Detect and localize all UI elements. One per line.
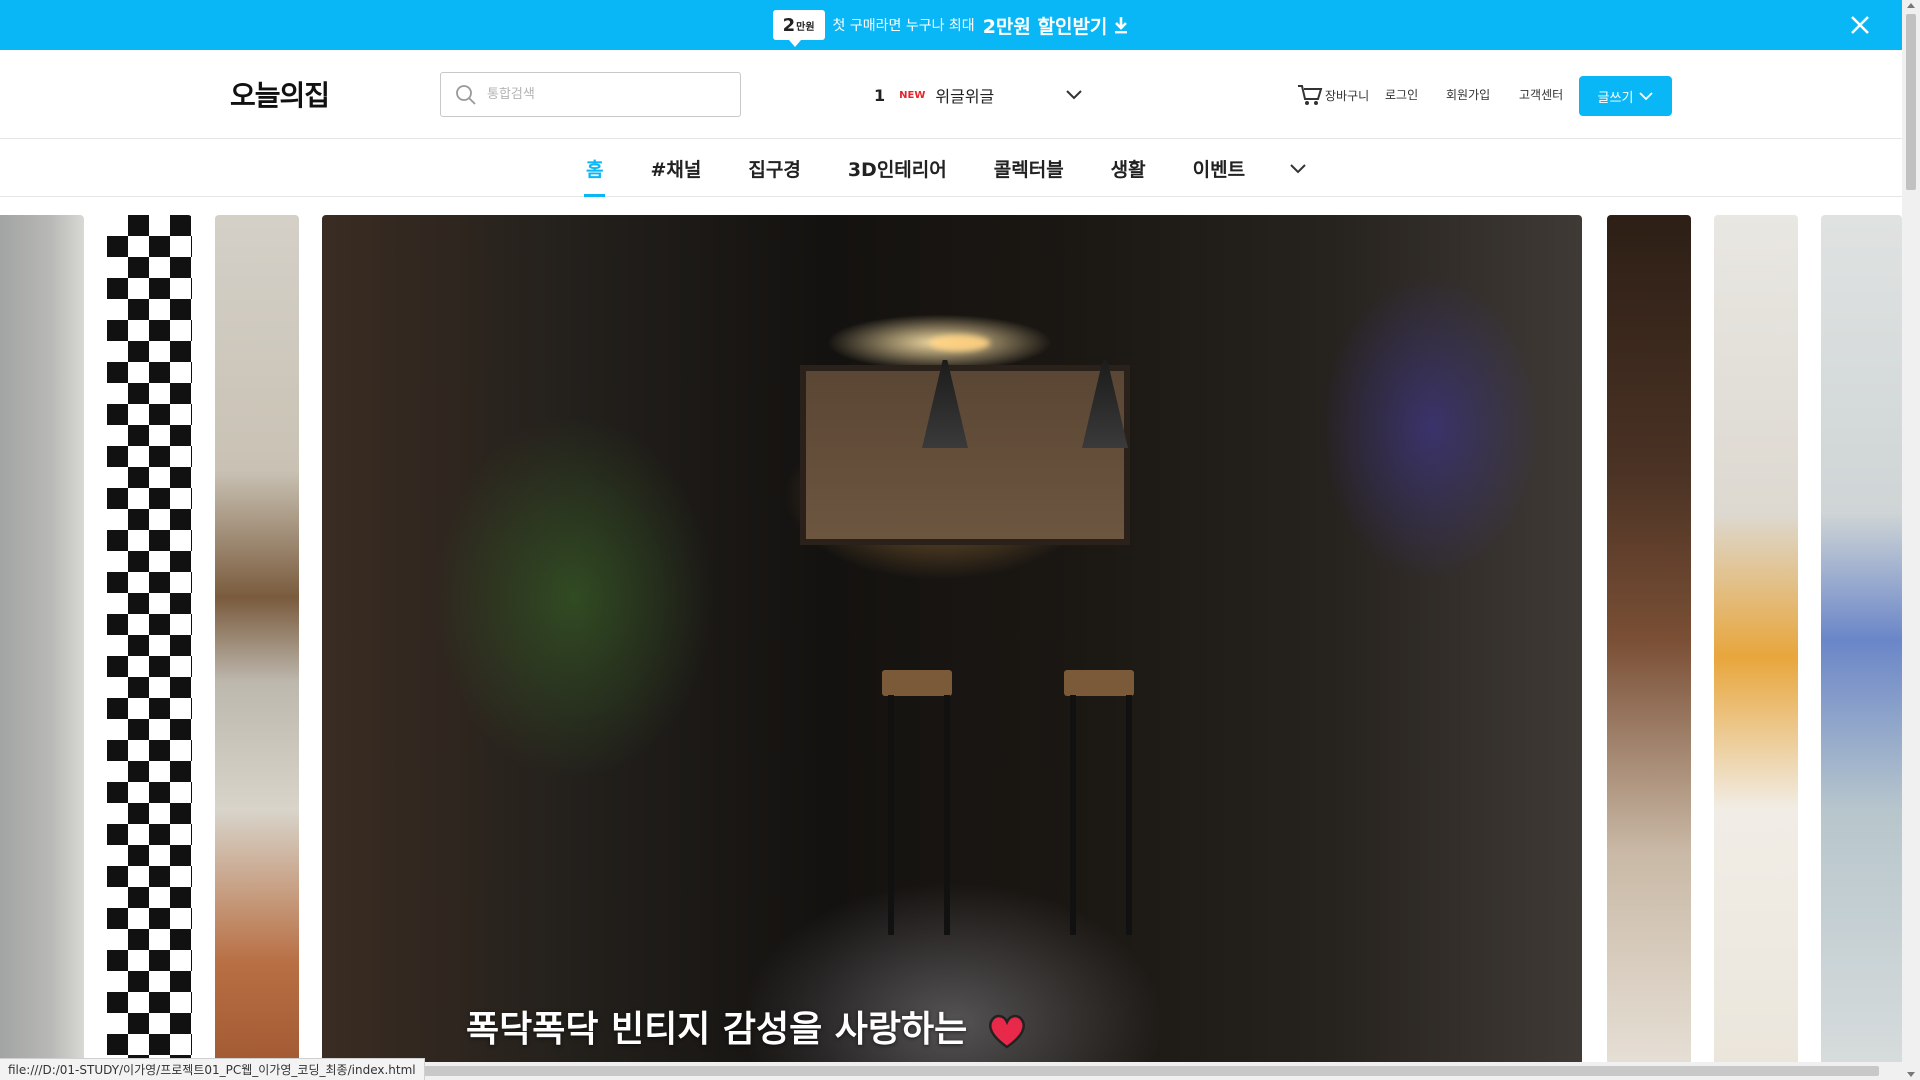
support-link[interactable]: 고객센터 xyxy=(1519,86,1563,103)
tab-house-tour[interactable]: 집구경 xyxy=(748,140,800,197)
category-nav: 홈 #채널 집구경 3D인테리어 콜렉터블 생활 이벤트 xyxy=(0,140,1902,197)
promo-badge-amount: 2 xyxy=(782,14,796,36)
site-logo[interactable]: 오늘의집 xyxy=(230,74,330,114)
heart-icon xyxy=(986,1012,1028,1050)
trending-keyword[interactable]: 1 NEW 위글위글 xyxy=(874,80,1084,110)
cart-label: 장바구니 xyxy=(1325,88,1370,103)
promo-text: 첫 구매라면 누구나 최대 xyxy=(832,18,975,34)
chevron-down-icon[interactable] xyxy=(1064,85,1084,105)
scrollbar-thumb[interactable] xyxy=(1906,14,1916,190)
new-badge: NEW xyxy=(899,89,926,101)
search-input[interactable] xyxy=(487,87,727,102)
slide-image[interactable] xyxy=(1821,215,1902,1065)
promo-banner[interactable]: 2 만원 첫 구매라면 누구나 최대 2만원 할인받기 xyxy=(0,0,1902,50)
vertical-scrollbar[interactable] xyxy=(1902,0,1920,1080)
horizontal-scrollbar[interactable] xyxy=(413,1062,1902,1080)
search-box[interactable] xyxy=(440,72,741,117)
slide-caption[interactable]: 폭닥폭닥 빈티지 감성을 사랑하는 xyxy=(466,1000,1028,1052)
promo-highlight[interactable]: 2만원 할인받기 xyxy=(983,12,1108,39)
scrollbar-thumb[interactable] xyxy=(419,1066,1879,1076)
write-button-label: 글쓰기 xyxy=(1597,90,1634,106)
chevron-down-icon xyxy=(1639,92,1654,101)
close-icon[interactable] xyxy=(1846,11,1874,39)
scroll-up-icon[interactable] xyxy=(1907,3,1915,8)
site-header: 오늘의집 1 NEW 위글위글 장바구니 로그인 회원가입 고객센터 글쓰기 xyxy=(0,50,1902,139)
slide-caption-text: 폭닥폭닥 빈티지 감성을 사랑하는 xyxy=(466,1009,968,1050)
stool-seat xyxy=(882,670,952,696)
stool-leg xyxy=(1070,695,1076,935)
slide-image[interactable] xyxy=(1714,215,1798,1065)
stool-leg xyxy=(888,695,894,935)
promo-badge-unit: 만원 xyxy=(796,21,815,33)
status-bar-url: file:///D:/01-STUDY/이가영/프로젝트01_PC웹_이가영_코… xyxy=(0,1058,425,1080)
scroll-down-icon[interactable] xyxy=(1907,1072,1915,1077)
window-shape xyxy=(800,365,1130,545)
tab-life[interactable]: 생활 xyxy=(1111,140,1146,197)
main-slide-image[interactable]: 폭닥폭닥 빈티지 감성을 사랑하는 xyxy=(322,215,1582,1065)
slide-image[interactable] xyxy=(107,215,192,1065)
tab-3d-interior[interactable]: 3D인테리어 xyxy=(848,140,947,197)
slide-image[interactable] xyxy=(0,215,84,1065)
tab-collectible[interactable]: 콜렉터블 xyxy=(994,140,1064,197)
cart-icon xyxy=(1297,83,1323,107)
slide-image[interactable] xyxy=(215,215,299,1065)
stool-seat xyxy=(1064,670,1134,696)
login-link[interactable]: 로그인 xyxy=(1385,86,1418,103)
promo-badge: 2 만원 xyxy=(772,10,825,47)
trending-word[interactable]: 위글위글 xyxy=(935,83,994,107)
write-button[interactable]: 글쓰기 xyxy=(1579,76,1672,116)
signup-link[interactable]: 회원가입 xyxy=(1446,86,1490,103)
hero-slider[interactable]: 폭닥폭닥 빈티지 감성을 사랑하는 xyxy=(0,215,1902,1065)
search-icon xyxy=(455,84,477,106)
download-icon[interactable] xyxy=(1113,15,1129,35)
tab-channel[interactable]: #채널 xyxy=(650,140,701,197)
trending-rank: 1 xyxy=(874,85,886,105)
stool-leg xyxy=(1126,695,1132,935)
slide-image[interactable] xyxy=(1607,215,1691,1065)
chevron-down-icon[interactable] xyxy=(1286,157,1310,181)
tab-home[interactable]: 홈 xyxy=(583,140,607,197)
lamp-glow xyxy=(930,335,990,351)
tab-event[interactable]: 이벤트 xyxy=(1193,140,1245,197)
stool-leg xyxy=(944,695,950,935)
cart-link[interactable]: 장바구니 xyxy=(1297,83,1369,107)
